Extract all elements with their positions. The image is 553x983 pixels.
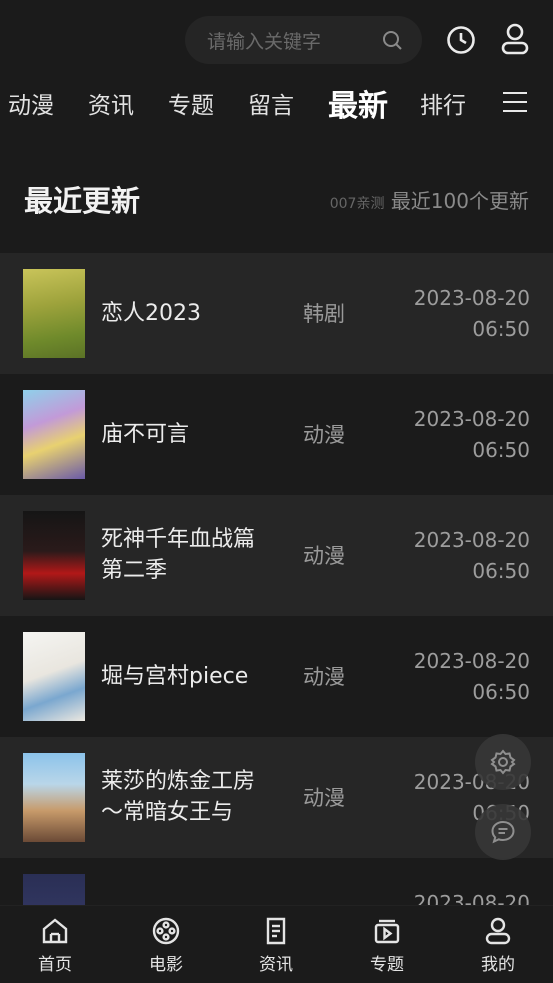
document-icon bbox=[266, 917, 286, 945]
section-sub-small: 007亲测 bbox=[329, 196, 385, 212]
search-icon[interactable] bbox=[380, 28, 404, 52]
tab-profile[interactable]: 我的 bbox=[468, 916, 528, 975]
menu-icon[interactable] bbox=[503, 92, 527, 112]
item-category: 动漫 bbox=[303, 665, 345, 689]
item-title: 莱莎的炼金工房～常暗女王与秘… bbox=[101, 769, 256, 825]
item-time: 06:50 bbox=[472, 438, 530, 462]
item-title: 堀与宫村piece bbox=[101, 664, 249, 689]
history-clock-icon[interactable] bbox=[445, 24, 477, 56]
poster-image bbox=[23, 511, 85, 600]
tab-label: 专题 bbox=[370, 955, 404, 975]
category-nav: 动漫 资讯 专题 留言 最新 排行 bbox=[0, 76, 553, 126]
gear-icon bbox=[490, 749, 516, 775]
item-date: 2023-08-20 bbox=[413, 286, 530, 310]
user-icon bbox=[485, 917, 511, 945]
comment-button[interactable] bbox=[475, 804, 531, 860]
tab-label: 我的 bbox=[481, 955, 515, 975]
item-category: 动漫 bbox=[303, 786, 345, 810]
bottom-tab-bar: 首页 电影 资讯 专题 我的 bbox=[0, 905, 553, 983]
nav-item-news[interactable]: 资讯 bbox=[88, 86, 134, 120]
item-timestamp: 2023-08-20 06:50 bbox=[414, 525, 530, 587]
tab-label: 资讯 bbox=[259, 955, 293, 975]
section-title: 最近更新 bbox=[24, 184, 141, 218]
user-icon[interactable] bbox=[500, 22, 530, 56]
poster-image bbox=[23, 753, 85, 842]
tab-movies[interactable]: 电影 bbox=[136, 916, 196, 975]
item-timestamp: 2023-08-20 06:50 bbox=[414, 404, 530, 466]
nav-item-latest[interactable]: 最新 bbox=[328, 81, 388, 125]
list-item[interactable]: 死神千年血战篇第二季 动漫 2023-08-20 06:50 bbox=[0, 495, 553, 616]
top-bar: 请输入关键字 动漫 资讯 专题 留言 最新 排行 bbox=[0, 0, 553, 140]
item-date: 2023-08-20 bbox=[413, 528, 530, 552]
tab-label: 电影 bbox=[149, 955, 183, 975]
tab-topics[interactable]: 专题 bbox=[357, 916, 417, 975]
item-category: 动漫 bbox=[303, 544, 345, 568]
list-item[interactable]: 堀与宫村piece 动漫 2023-08-20 06:50 bbox=[0, 616, 553, 737]
list-item[interactable]: 庙不可言 动漫 2023-08-20 06:50 bbox=[0, 374, 553, 495]
item-time: 06:50 bbox=[472, 680, 530, 704]
settings-button[interactable] bbox=[475, 734, 531, 790]
item-time: 06:50 bbox=[472, 559, 530, 583]
search-input[interactable]: 请输入关键字 bbox=[185, 16, 422, 64]
item-date: 2023-08-20 bbox=[413, 407, 530, 431]
nav-item-messages[interactable]: 留言 bbox=[248, 86, 294, 120]
list-item[interactable]: 恋人2023 韩剧 2023-08-20 06:50 bbox=[0, 253, 553, 374]
nav-item-ranking[interactable]: 排行 bbox=[420, 86, 466, 120]
page: 请输入关键字 动漫 资讯 专题 留言 最新 排行 最近更新 007亲测 最近10… bbox=[0, 0, 553, 983]
item-timestamp: 2023-08-20 06:50 bbox=[414, 646, 530, 708]
item-time: 06:50 bbox=[472, 317, 530, 341]
nav-item-anime[interactable]: 动漫 bbox=[8, 86, 54, 120]
item-date: 2023-08-20 bbox=[413, 649, 530, 673]
tab-label: 首页 bbox=[38, 955, 72, 975]
section-subtitle: 007亲测 最近100个更新 bbox=[330, 185, 529, 214]
poster-image bbox=[23, 390, 85, 479]
video-playlist-icon bbox=[374, 919, 400, 944]
item-timestamp: 2023-08-20 06:50 bbox=[414, 283, 530, 345]
film-reel-icon bbox=[152, 917, 180, 945]
update-list: 恋人2023 韩剧 2023-08-20 06:50 庙不可言 动漫 2023-… bbox=[0, 253, 553, 979]
tab-news[interactable]: 资讯 bbox=[246, 916, 306, 975]
search-placeholder: 请输入关键字 bbox=[207, 30, 322, 53]
item-title: 恋人2023 bbox=[101, 301, 201, 326]
list-item[interactable]: 莱莎的炼金工房～常暗女王与秘… 动漫 2023-08-20 06:50 bbox=[0, 737, 553, 858]
poster-image bbox=[23, 269, 85, 358]
poster-image bbox=[23, 632, 85, 721]
item-category: 动漫 bbox=[303, 423, 345, 447]
item-category: 韩剧 bbox=[303, 302, 345, 326]
item-title: 庙不可言 bbox=[101, 422, 190, 447]
chat-bubble-icon bbox=[491, 820, 515, 844]
home-icon bbox=[42, 918, 68, 944]
item-title: 死神千年血战篇第二季 bbox=[101, 527, 256, 583]
nav-item-topics[interactable]: 专题 bbox=[168, 86, 214, 120]
section-sub-text: 最近100个更新 bbox=[390, 189, 529, 213]
tab-home[interactable]: 首页 bbox=[25, 916, 85, 975]
